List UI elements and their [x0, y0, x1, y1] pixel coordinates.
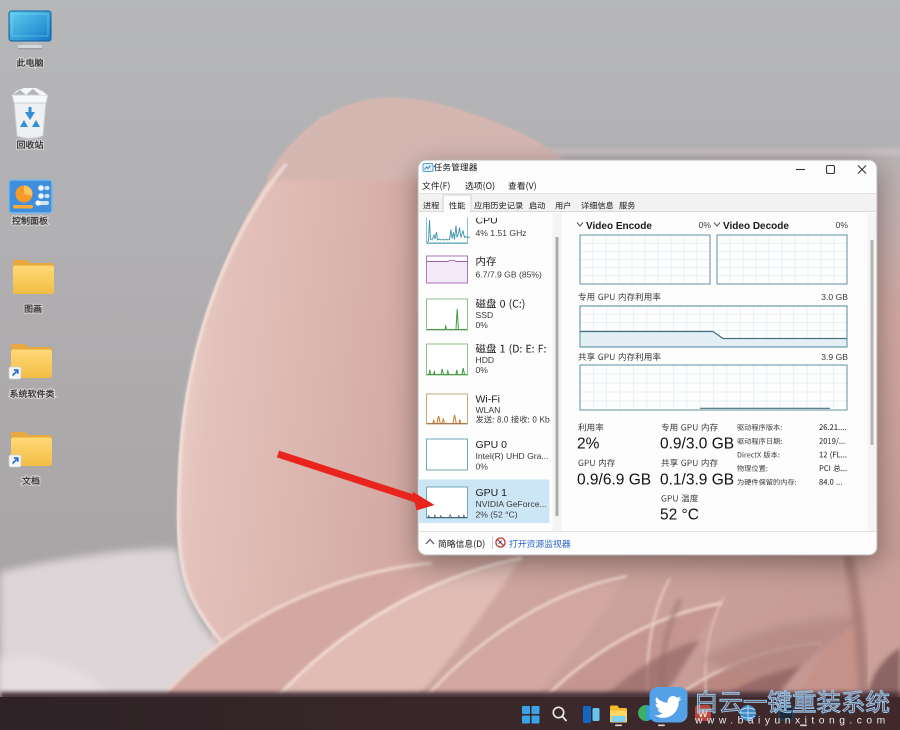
svg-text:0.9/6.9 GB: 0.9/6.9 GB — [577, 472, 651, 489]
svg-text:0%: 0% — [476, 365, 489, 375]
svg-text:0%: 0% — [476, 462, 489, 472]
svg-text:52 °C: 52 °C — [660, 507, 699, 524]
svg-text:0%: 0% — [699, 220, 712, 230]
svg-text:SSD: SSD — [476, 310, 494, 320]
svg-text:2% (52 °C): 2% (52 °C) — [476, 510, 518, 520]
svg-text:2%: 2% — [577, 436, 600, 453]
svg-text:6.7/7.9 GB (85%): 6.7/7.9 GB (85%) — [476, 270, 543, 280]
svg-text:Video Encode: Video Encode — [586, 221, 652, 232]
svg-text:WLAN: WLAN — [476, 405, 501, 415]
svg-text:4% 1.51 GHz: 4% 1.51 GHz — [476, 228, 527, 238]
svg-text:3.9 GB: 3.9 GB — [821, 352, 848, 362]
svg-text:Video Decode: Video Decode — [723, 221, 789, 232]
svg-text:Wi-Fi: Wi-Fi — [476, 394, 501, 406]
svg-text:HDD: HDD — [476, 355, 495, 365]
svg-text:0%: 0% — [476, 320, 489, 330]
svg-text:0.1/3.9 GB: 0.1/3.9 GB — [660, 472, 734, 489]
svg-text:0.9/3.0 GB: 0.9/3.0 GB — [660, 436, 734, 453]
svg-text:NVIDIA GeForce...: NVIDIA GeForce... — [476, 499, 547, 509]
svg-text:Intel(R) UHD Gra...: Intel(R) UHD Gra... — [476, 451, 549, 461]
svg-text:GPU 1: GPU 1 — [476, 487, 508, 499]
svg-text:0%: 0% — [836, 220, 849, 230]
svg-text:3.0 GB: 3.0 GB — [821, 292, 848, 302]
svg-text:GPU 0: GPU 0 — [476, 439, 508, 451]
svg-text:www.baiyunxitong.com: www.baiyunxitong.com — [694, 716, 890, 727]
